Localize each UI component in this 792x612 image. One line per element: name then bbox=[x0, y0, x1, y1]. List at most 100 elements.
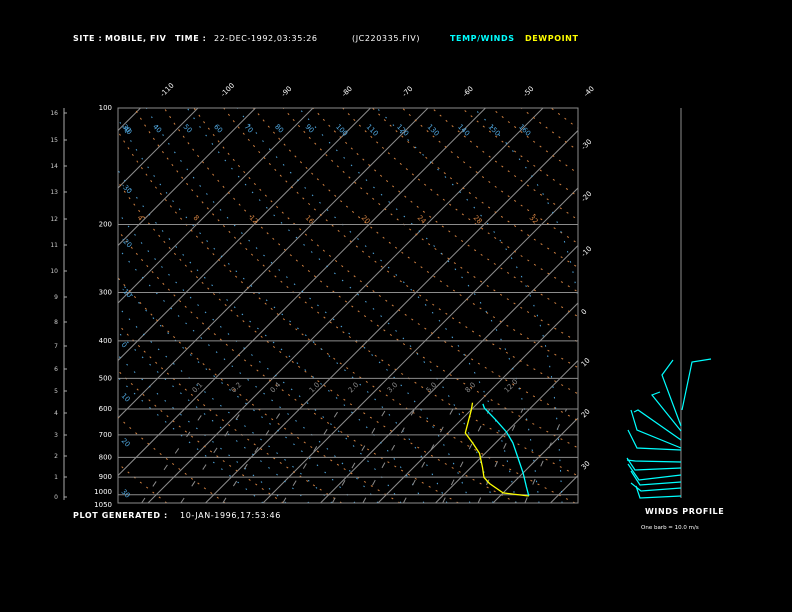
wind-barb bbox=[633, 409, 682, 441]
moist-adiabat-label: -10 bbox=[120, 286, 134, 300]
moist-adiabat bbox=[577, 108, 578, 109]
dry-adiabat bbox=[282, 108, 578, 343]
mixing-ratio-label: 0.1 bbox=[191, 381, 205, 395]
isotherm-label: 10 bbox=[580, 356, 592, 368]
mixing-ratio-line bbox=[402, 408, 454, 503]
dry-adiabat bbox=[118, 130, 576, 503]
pressure-tick-label: 300 bbox=[99, 289, 112, 297]
pressure-tick-label: 200 bbox=[99, 220, 112, 228]
moist-adiabat bbox=[118, 117, 448, 503]
isotherm bbox=[118, 108, 314, 304]
isotherm-label: 0 bbox=[580, 308, 589, 317]
mixing-ratio-label: 1.0 bbox=[308, 381, 322, 395]
isotherm-label: -70 bbox=[401, 85, 415, 99]
moist-adiabat bbox=[118, 376, 264, 503]
isotherm bbox=[262, 187, 578, 503]
dry-adiabat bbox=[118, 416, 226, 503]
moist-adiabat bbox=[118, 278, 356, 503]
dry-adiabat-label: 32 bbox=[528, 214, 540, 226]
isotherm-label: -10 bbox=[580, 245, 594, 259]
isotherm-label: -60 bbox=[461, 85, 475, 99]
pressure-tick-label: 1000 bbox=[94, 488, 112, 496]
isotherm bbox=[118, 108, 199, 189]
isotherm-label: -20 bbox=[580, 190, 594, 204]
height-tick-label: 9 bbox=[54, 294, 58, 301]
wind-barb bbox=[681, 358, 712, 411]
pressure-tick-label: 1050 bbox=[94, 501, 112, 509]
isotherm bbox=[118, 108, 429, 419]
moist-adiabat-label: 30 bbox=[120, 488, 132, 500]
moist-adiabat-label: 100 bbox=[334, 123, 349, 138]
height-tick-label: 12 bbox=[50, 216, 58, 223]
mixing-ratio-line bbox=[282, 408, 340, 503]
dry-adiabats bbox=[118, 108, 792, 503]
pressure-tick-label: 500 bbox=[99, 374, 112, 382]
isotherm bbox=[147, 108, 544, 503]
mixing-ratio-label: 8.0 bbox=[464, 381, 478, 395]
site-value: MOBILE, FIV bbox=[105, 34, 167, 43]
pressure-tick-label: 100 bbox=[99, 104, 112, 112]
dry-adiabat bbox=[133, 108, 578, 477]
height-tick-label: 5 bbox=[54, 388, 58, 395]
isotherm-label: -100 bbox=[219, 82, 236, 99]
mixing-ratio-line bbox=[141, 408, 207, 503]
plot-generated-label: PLOT GENERATED : bbox=[73, 511, 168, 520]
height-tick-label: 10 bbox=[50, 268, 58, 275]
height-tick-label: 11 bbox=[50, 242, 58, 249]
dry-adiabat bbox=[520, 108, 578, 152]
moist-adiabat bbox=[473, 108, 578, 303]
moist-adiabat-label: 120 bbox=[395, 123, 410, 138]
site-label: SITE : bbox=[73, 34, 102, 43]
legend-temp-winds: TEMP/WINDS bbox=[450, 34, 515, 43]
isotherm-label: -90 bbox=[280, 85, 294, 99]
mixing-ratio-line bbox=[362, 408, 416, 503]
isotherm bbox=[118, 108, 486, 477]
isotherm-label: -110 bbox=[159, 82, 176, 99]
dry-adiabat bbox=[670, 108, 792, 503]
dry-adiabat bbox=[193, 108, 578, 422]
isotherm bbox=[435, 359, 578, 503]
isotherm-label: -30 bbox=[580, 138, 594, 152]
isotherm bbox=[0, 108, 83, 503]
wind-barb bbox=[635, 485, 682, 499]
pressure-tick-label: 800 bbox=[99, 453, 112, 461]
height-tick-label: 16 bbox=[50, 110, 58, 117]
pressure-tick-label: 900 bbox=[99, 473, 112, 481]
isotherm bbox=[608, 108, 792, 503]
isotherm bbox=[205, 129, 578, 503]
isotherm-label: -80 bbox=[340, 85, 354, 99]
wind-barb bbox=[626, 459, 682, 463]
dry-adiabat bbox=[118, 181, 517, 503]
isotherm bbox=[0, 108, 26, 503]
dry-adiabat-label: 28 bbox=[472, 214, 484, 226]
pressure-tick-label: 400 bbox=[99, 337, 112, 345]
moist-adiabats bbox=[118, 108, 578, 503]
dry-adiabat bbox=[342, 108, 578, 293]
wind-barb bbox=[626, 457, 682, 471]
dry-adiabat bbox=[431, 108, 578, 221]
moist-adiabat-label: -40 bbox=[120, 123, 134, 137]
time-value: 22-DEC-1992,03:35:26 bbox=[214, 34, 318, 43]
isotherm bbox=[118, 108, 141, 132]
moist-adiabat-label: 90 bbox=[304, 123, 316, 135]
wind-barb bbox=[627, 429, 682, 451]
isotherm bbox=[492, 417, 578, 503]
dry-adiabat-label: 4 bbox=[136, 214, 145, 223]
moist-adiabat-label: 0 bbox=[120, 341, 129, 350]
moist-adiabat bbox=[118, 331, 310, 503]
moist-adiabat-label: 60 bbox=[212, 123, 224, 135]
mixing-ratio-label: 3.0 bbox=[386, 381, 400, 395]
moist-adiabat-label: 130 bbox=[426, 123, 441, 138]
moist-adiabat-label: 20 bbox=[120, 437, 132, 449]
height-tick-label: 0 bbox=[54, 494, 58, 501]
plot-frame bbox=[117, 107, 579, 504]
dry-adiabat bbox=[223, 108, 578, 395]
moist-adiabat bbox=[118, 354, 287, 503]
dry-adiabat bbox=[491, 108, 578, 174]
labels: 10020030040050060070080090010001050-110-… bbox=[94, 82, 596, 509]
height-tick-label: 1 bbox=[54, 474, 58, 481]
time-label: TIME : bbox=[175, 34, 206, 43]
skew-t-chart: 10020030040050060070080090010001050-110-… bbox=[0, 34, 792, 531]
dry-adiabat bbox=[581, 108, 792, 503]
isotherm-label: 30 bbox=[580, 459, 592, 471]
